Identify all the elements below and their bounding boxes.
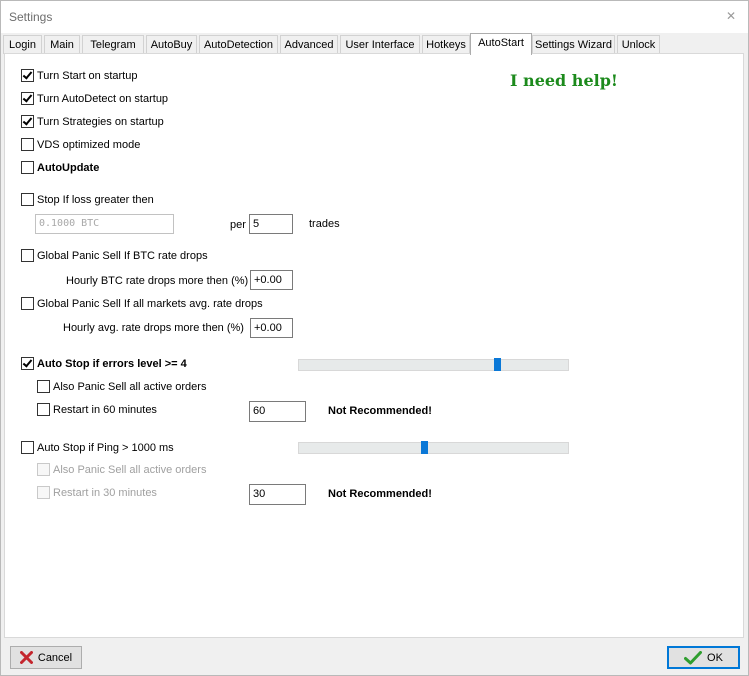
checkbox-box[interactable]: [21, 193, 34, 206]
errors-restart-input[interactable]: 60: [249, 401, 306, 422]
tab-settings-wizard[interactable]: Settings Wizard: [532, 35, 615, 54]
turn-strategies-checkbox[interactable]: Turn Strategies on startup: [21, 115, 164, 128]
window-title: Settings: [9, 10, 53, 24]
checkmark-icon: [684, 650, 703, 664]
checkbox-box[interactable]: [21, 115, 34, 128]
checkbox-box[interactable]: [21, 441, 34, 454]
errors-panic-sell-label: Also Panic Sell all active orders: [53, 380, 207, 393]
hourly-btc-label: Hourly BTC rate drops more then (%): [66, 275, 249, 287]
checkbox-box[interactable]: [21, 297, 34, 310]
turn-autodetect-checkbox[interactable]: Turn AutoDetect on startup: [21, 92, 168, 105]
turn-autodetect-label: Turn AutoDetect on startup: [37, 92, 169, 105]
title-bar: Settings ✕: [1, 1, 748, 33]
auto-stop-errors-label: Auto Stop if errors level >= 4: [37, 357, 187, 370]
cancel-label: Cancel: [37, 651, 73, 664]
tab-login[interactable]: Login: [3, 35, 42, 54]
errors-warning-text: Not Recommended!: [328, 405, 432, 417]
tab-advanced[interactable]: Advanced: [280, 35, 338, 54]
autoupdate-label: AutoUpdate: [37, 161, 100, 174]
turn-strategies-label: Turn Strategies on startup: [37, 115, 164, 128]
tab-autodetection[interactable]: AutoDetection: [199, 35, 278, 54]
auto-stop-ping-label: Auto Stop if Ping > 1000 ms: [37, 441, 174, 454]
checkbox-box[interactable]: [21, 92, 34, 105]
checkbox-box[interactable]: [37, 486, 50, 499]
ok-label: OK: [707, 651, 723, 664]
trades-count-input[interactable]: 5: [249, 214, 293, 234]
ping-panic-sell-label: Also Panic Sell all active orders: [53, 463, 207, 476]
tab-telegram[interactable]: Telegram: [82, 35, 144, 54]
auto-stop-ping-checkbox[interactable]: Auto Stop if Ping > 1000 ms: [21, 441, 174, 454]
ping-warning-text: Not Recommended!: [328, 488, 432, 500]
close-icon[interactable]: ✕: [726, 9, 736, 23]
checkbox-box[interactable]: [37, 463, 50, 476]
checkbox-box[interactable]: [21, 69, 34, 82]
auto-stop-errors-checkbox[interactable]: Auto Stop if errors level >= 4: [21, 357, 187, 370]
stop-loss-label: Stop If loss greater then: [37, 193, 154, 206]
ping-restart-input[interactable]: 30: [249, 484, 306, 505]
ping-restart-checkbox[interactable]: Restart in 30 minutes: [37, 486, 157, 499]
per-label: per: [230, 219, 246, 231]
ping-panic-sell-checkbox[interactable]: Also Panic Sell all active orders: [37, 463, 206, 476]
checkbox-box[interactable]: [21, 161, 34, 174]
panic-markets-label: Global Panic Sell If all markets avg. ra…: [37, 297, 263, 310]
trades-label: trades: [309, 218, 340, 230]
checkbox-box[interactable]: [21, 138, 34, 151]
help-link[interactable]: I need help!: [510, 71, 618, 90]
stop-loss-amount-input[interactable]: 0.1000 BTC: [35, 214, 174, 234]
ping-restart-label: Restart in 30 minutes: [53, 486, 157, 499]
checkbox-box[interactable]: [21, 249, 34, 262]
turn-start-label: Turn Start on startup: [37, 69, 138, 82]
ping-slider[interactable]: [298, 441, 569, 454]
slider-thumb[interactable]: [421, 441, 429, 454]
stop-loss-checkbox[interactable]: Stop If loss greater then: [21, 193, 154, 206]
tab-hotkeys[interactable]: Hotkeys: [422, 35, 470, 54]
vds-mode-label: VDS optimized mode: [37, 138, 141, 151]
tab-main[interactable]: Main: [44, 35, 80, 54]
hourly-avg-input[interactable]: +0.00: [250, 318, 293, 338]
errors-restart-checkbox[interactable]: Restart in 60 minutes: [37, 403, 157, 416]
hourly-avg-label: Hourly avg. rate drops more then (%): [63, 322, 244, 334]
vds-mode-checkbox[interactable]: VDS optimized mode: [21, 138, 140, 151]
tab-autobuy[interactable]: AutoBuy: [146, 35, 197, 54]
panic-btc-label: Global Panic Sell If BTC rate drops: [37, 249, 208, 262]
x-icon: [19, 651, 33, 664]
tab-autostart[interactable]: AutoStart: [470, 33, 532, 55]
cancel-button[interactable]: Cancel: [10, 646, 82, 669]
ok-button[interactable]: OK: [667, 646, 740, 669]
autoupdate-checkbox[interactable]: AutoUpdate: [21, 161, 99, 174]
slider-thumb[interactable]: [494, 358, 502, 371]
panic-btc-checkbox[interactable]: Global Panic Sell If BTC rate drops: [21, 249, 208, 262]
tab-unlock[interactable]: Unlock: [617, 35, 660, 54]
checkbox-box[interactable]: [21, 357, 34, 370]
checkbox-box[interactable]: [37, 380, 50, 393]
hourly-btc-input[interactable]: +0.00: [250, 270, 293, 290]
errors-panic-sell-checkbox[interactable]: Also Panic Sell all active orders: [37, 380, 206, 393]
turn-start-checkbox[interactable]: Turn Start on startup: [21, 69, 137, 82]
errors-restart-label: Restart in 60 minutes: [53, 403, 157, 416]
errors-level-slider[interactable]: [298, 358, 569, 371]
tab-user-interface[interactable]: User Interface: [340, 35, 420, 54]
panic-markets-checkbox[interactable]: Global Panic Sell If all markets avg. ra…: [21, 297, 263, 310]
checkbox-box[interactable]: [37, 403, 50, 416]
